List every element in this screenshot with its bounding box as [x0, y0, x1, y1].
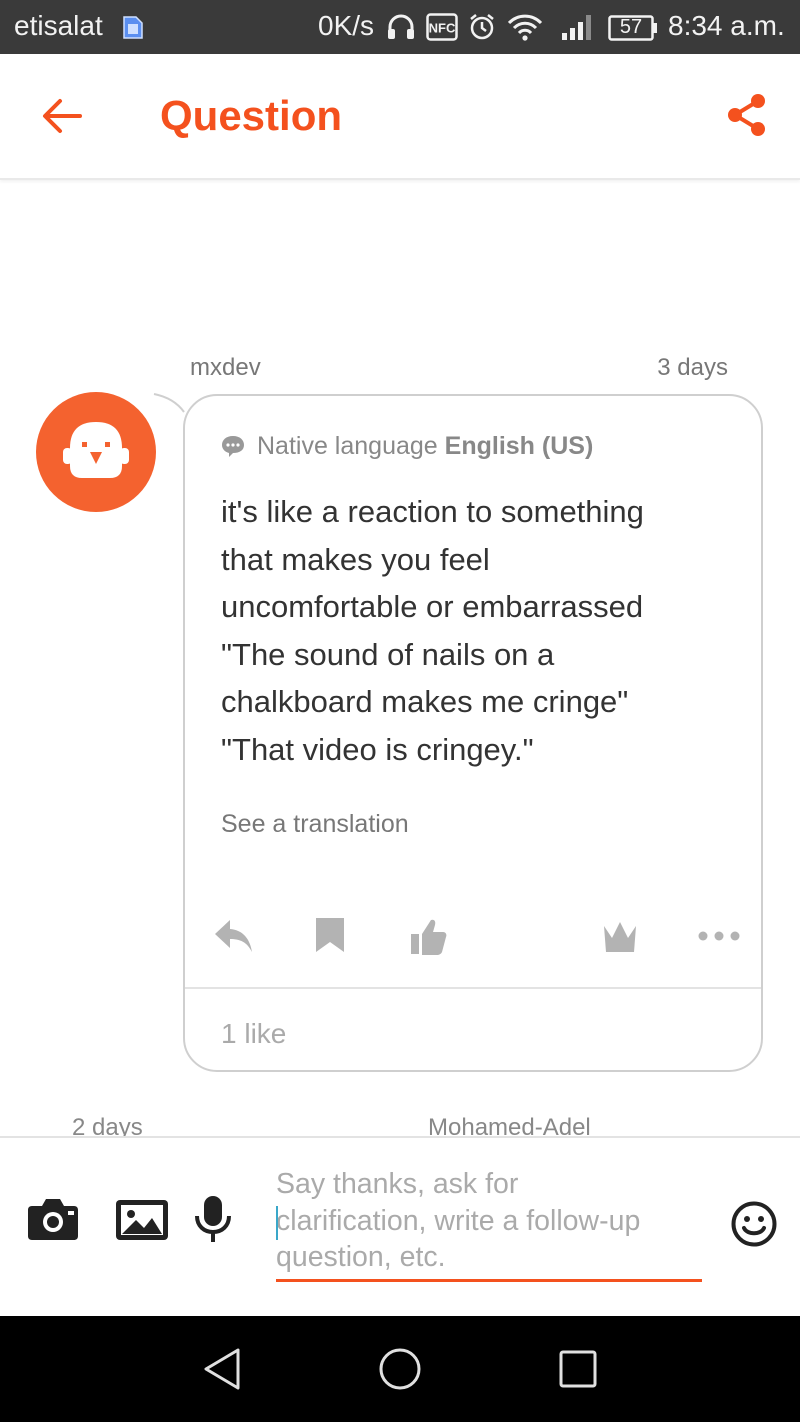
battery-level: 57 — [619, 16, 643, 38]
share-icon[interactable] — [722, 90, 772, 140]
sim-card-icon — [123, 16, 143, 39]
system-nav-bar — [0, 1316, 800, 1422]
answer-time: 3 days — [657, 354, 728, 381]
speech-bubble-icon — [222, 436, 244, 457]
native-language-value: English (US) — [444, 432, 594, 460]
answer-card: Native language English (US) it's like a… — [183, 394, 763, 1072]
nfc-label: NFC — [429, 21, 456, 36]
answer-text: it's like a reaction to something that m… — [221, 494, 644, 767]
answer-author[interactable]: mxdev — [190, 354, 261, 382]
home-circle-icon[interactable] — [378, 1346, 422, 1392]
card-divider — [185, 987, 761, 989]
alarm-icon — [470, 14, 494, 40]
see-translation-link[interactable]: See a translation — [221, 810, 409, 839]
wifi-icon — [507, 14, 543, 41]
headphones-icon — [388, 14, 414, 39]
compose-placeholder: Say thanks, ask for clarification, write… — [276, 1168, 641, 1273]
back-triangle-icon[interactable] — [202, 1346, 242, 1392]
clock: 8:34 a.m. — [668, 10, 785, 41]
reply-icon[interactable] — [213, 914, 255, 958]
thumbs-up-icon[interactable] — [409, 914, 449, 958]
input-underline — [276, 1279, 702, 1282]
microphone-icon[interactable] — [192, 1194, 234, 1246]
recents-square-icon[interactable] — [558, 1346, 598, 1392]
app-bar: Question — [0, 54, 800, 180]
like-count[interactable]: 1 like — [221, 1018, 286, 1050]
avatar-face-icon — [63, 422, 129, 478]
page-title: Question — [160, 92, 343, 139]
compose-input[interactable]: Say thanks, ask for clarification, write… — [276, 1166, 702, 1282]
more-icon[interactable] — [695, 914, 743, 958]
avatar[interactable] — [36, 392, 156, 512]
native-language-label: Native language — [257, 432, 438, 460]
camera-icon[interactable] — [26, 1196, 80, 1242]
bookmark-icon[interactable] — [313, 914, 347, 958]
nfc-icon: NFC — [426, 13, 458, 41]
status-bar: etisalat 0K/s NFC 57 8:34 a.m. — [0, 0, 800, 54]
compose-bar: Say thanks, ask for clarification, write… — [0, 1136, 800, 1316]
crown-icon[interactable] — [601, 914, 639, 958]
signal-icon — [562, 15, 591, 40]
arrow-left-icon[interactable] — [38, 92, 86, 140]
network-speed: 0K/s — [318, 10, 375, 41]
emoji-icon[interactable] — [730, 1200, 778, 1248]
image-icon[interactable] — [114, 1198, 170, 1242]
carrier-name: etisalat — [14, 10, 103, 41]
text-cursor — [276, 1206, 278, 1240]
